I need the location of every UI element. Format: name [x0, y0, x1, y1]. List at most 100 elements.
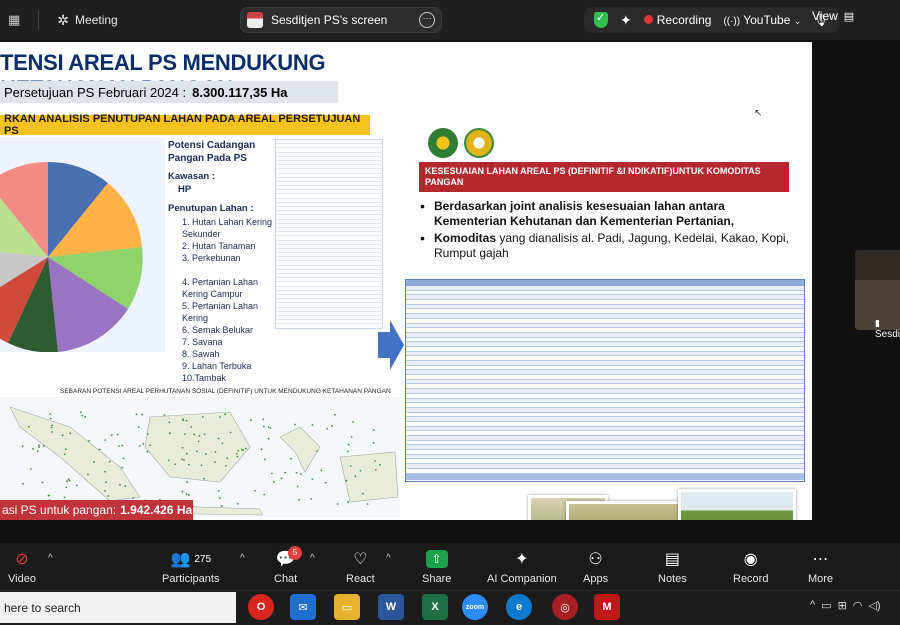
ai-companion-button[interactable]: ✦ AI Companion [487, 549, 557, 585]
share-button[interactable]: ⇧ Share [422, 549, 451, 585]
meeting-label: Meeting [75, 13, 118, 27]
video-off-icon: ⊘ [15, 551, 29, 568]
zoom-icon[interactable]: zoom [462, 594, 488, 620]
kementerian-pertanian-logo [464, 128, 494, 158]
signal-bars-icon: ▮ [875, 318, 880, 328]
bullet-item: Berdasarkan joint analisis kesesuaian la… [420, 199, 800, 229]
table-total-row [406, 473, 804, 480]
paw-icon: ✲ [57, 11, 70, 28]
notes-button[interactable]: ▤ Notes [658, 549, 687, 585]
ai-sparkle-icon: ✦ [515, 551, 529, 568]
lahan-item: 7. Savana [182, 337, 223, 347]
arrow-right-icon [378, 320, 404, 370]
crop-photo [678, 489, 796, 520]
subtitle-prefix: Persetujuan PS Februari 2024 : [4, 84, 187, 100]
recording-status[interactable]: Recording [643, 13, 711, 27]
sparkle-icon[interactable]: ✦ [620, 12, 632, 29]
react-button[interactable]: ♡ React [346, 549, 375, 585]
live-icon: ((·)) [723, 16, 741, 27]
kawasan-value: HP [178, 184, 192, 195]
subtitle-value: 8.300.117,35 Ha [192, 84, 288, 100]
chat-unread-badge: 5 [288, 546, 302, 560]
view-button[interactable]: View ▤ [812, 9, 854, 23]
heart-icon: ♡ [353, 551, 368, 568]
province-area-table [275, 139, 383, 329]
lahan-item: 10.Tambak [182, 373, 227, 383]
system-tray: ^ ▭ ⊞ ◠ ◁) [810, 599, 881, 612]
mcafee-icon[interactable]: M [594, 594, 620, 620]
commodity-suitability-table [405, 279, 805, 482]
participants-options-caret-icon[interactable]: ^ [240, 553, 245, 564]
status-pill: ✦ Recording ((·)) YouTube ⌄ 🎙 [584, 7, 839, 33]
chat-options-caret-icon[interactable]: ^ [310, 553, 315, 564]
notes-icon: ▤ [664, 551, 680, 568]
map-graphic [9, 406, 399, 516]
crop-photos [528, 489, 798, 520]
display-icon[interactable]: ▭ [821, 599, 831, 612]
apps-button[interactable]: ⚇ Apps [583, 549, 608, 585]
taskbar-search-input[interactable]: here to search [0, 592, 236, 623]
ministry-logos [428, 128, 494, 158]
share-title: Sesditjen PS's screen [271, 13, 388, 27]
chevron-up-icon[interactable]: ^ [810, 599, 815, 612]
opera-gx-icon[interactable]: ◎ [552, 594, 578, 620]
cadangan-heading: Potensi Cadangan Pangan Pada PS [168, 140, 256, 164]
chevron-down-icon: ⌄ [793, 16, 802, 26]
luas-prefix: asi PS untuk pangan: [2, 503, 117, 517]
opera-icon[interactable]: O [248, 594, 274, 620]
presentation-slide: TENSI AREAL PS MENDUKUNG KETAHANAN PANGA… [0, 42, 812, 520]
more-options-icon[interactable]: ··· [419, 12, 435, 28]
bullet-item: Komoditas yang dianalisis al. Padi, Jagu… [420, 231, 800, 261]
volume-icon[interactable]: ◁) [868, 599, 880, 612]
view-layout-icon: ▤ [843, 10, 855, 23]
wifi-icon[interactable]: ◠ [853, 599, 863, 612]
more-button[interactable]: ⋯ More [808, 549, 833, 585]
network-icon[interactable]: ⊞ [838, 599, 847, 612]
participants-button[interactable]: 👥 275 Participants [162, 549, 219, 585]
luas-value: 1.942.426 Ha [120, 503, 193, 517]
screen-share-indicator[interactable]: Sesditjen PS's screen ··· [240, 7, 442, 33]
video-options-caret-icon[interactable]: ^ [48, 553, 53, 564]
crop-photo [566, 501, 686, 520]
apps-icon: ⚇ [588, 551, 603, 568]
persetujuan-summary: Persetujuan PS Februari 2024 : 8.300.117… [0, 81, 338, 103]
meeting-menu[interactable]: ✲ Meeting [57, 12, 117, 29]
potensi-cadangan-panel: Potensi Cadangan Pangan Pada PS Kawasan … [168, 139, 274, 384]
lahan-item: 5. Pertanian Lahan Kering [182, 301, 259, 323]
presenter-avatar [247, 12, 263, 28]
mouse-cursor-icon: ↖ [754, 108, 763, 119]
excel-icon[interactable]: X [422, 594, 448, 620]
edge-icon[interactable]: e [506, 594, 532, 620]
analysis-bullets: Berdasarkan joint analisis kesesuaian la… [420, 199, 800, 263]
record-icon: ◉ [743, 551, 758, 568]
kementerian-kehutanan-logo [428, 128, 458, 158]
react-options-caret-icon[interactable]: ^ [386, 553, 391, 564]
kesesuaian-heading: KESESUAIAN LAHAN AREAL PS (DEFINITIF &I … [419, 162, 789, 192]
divider [38, 10, 40, 30]
lahan-item: 9. Lahan Terbuka [182, 361, 252, 371]
encryption-shield-icon[interactable] [594, 11, 608, 28]
map-title: SEBARAN POTENSI AREAL PERHUTANAN SOSIAL … [60, 388, 391, 395]
lahan-item: 4. Pertanian Lahan Kering Campur [182, 277, 259, 299]
lahan-item: 1. Hutan Lahan Kering Sekunder [182, 217, 273, 239]
file-explorer-icon[interactable]: ▭ [334, 594, 360, 620]
video-button[interactable]: ⊘ Video [8, 549, 36, 585]
lahan-item: 6. Semak Belukar [182, 325, 254, 335]
analysis-heading: RKAN ANALISIS PENUTUPAN LAHAN PADA AREAL… [0, 113, 370, 137]
penutupan-label: Penutupan Lahan : [168, 203, 254, 214]
youtube-stream[interactable]: ((·)) YouTube ⌄ [723, 13, 801, 27]
more-icon: ⋯ [812, 551, 829, 568]
participant-name: ▮ Sesdi [875, 318, 900, 340]
kawasan-label: Kawasan : [168, 171, 215, 182]
participants-icon: 👥 275 [170, 551, 212, 568]
grid-icon[interactable]: ▦ [8, 12, 20, 28]
indonesia-map [0, 397, 400, 517]
word-icon[interactable]: W [378, 594, 404, 620]
record-button[interactable]: ◉ Record [733, 549, 768, 585]
land-cover-pie-chart [0, 137, 165, 353]
luas-pangan-bar: asi PS untuk pangan: 1.942.426 Ha [0, 500, 193, 520]
lahan-item: 8. Sawah [182, 349, 220, 359]
mail-icon[interactable]: ✉ [290, 594, 316, 620]
lahan-item: 3. Perkebunan [182, 253, 241, 263]
lahan-item: 2. Hutan Tanaman [182, 241, 256, 251]
